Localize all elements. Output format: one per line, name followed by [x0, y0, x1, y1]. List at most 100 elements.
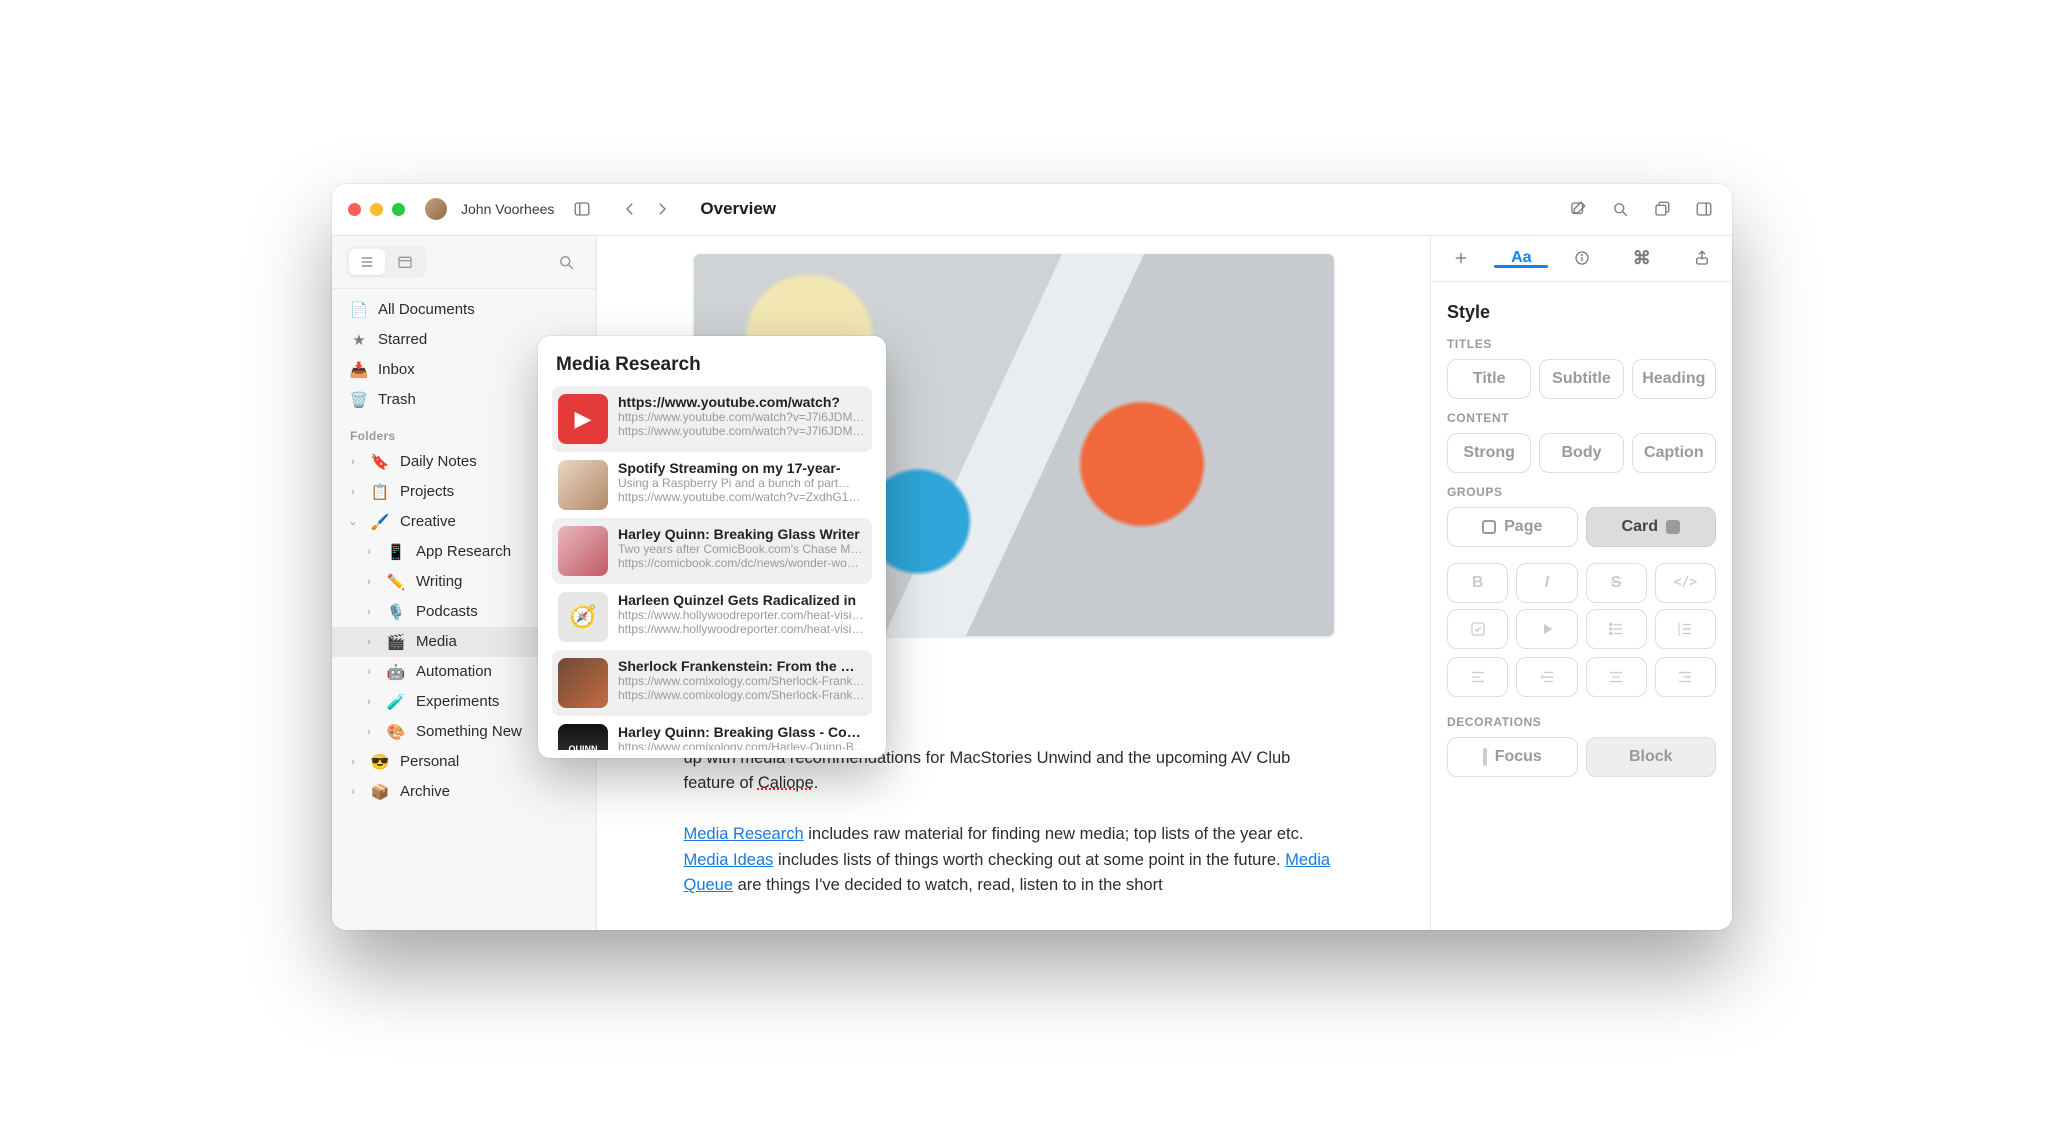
chevron-down-icon: ⌄	[346, 515, 360, 528]
chevron-right-icon: ›	[362, 606, 376, 618]
style-caption-button[interactable]: Caption	[1632, 433, 1716, 473]
decoration-block-button[interactable]: Block	[1586, 737, 1717, 777]
sidebar-view-switcher	[332, 236, 596, 289]
star-icon: ★	[350, 331, 368, 349]
body-text: .	[814, 774, 819, 792]
toggle-sidebar-button[interactable]	[568, 195, 596, 223]
search-icon	[1611, 200, 1629, 218]
thumbnail-icon	[558, 526, 608, 576]
chevron-left-icon	[621, 200, 639, 218]
italic-button[interactable]: I	[1516, 563, 1577, 603]
align-left-button[interactable]	[1447, 657, 1508, 697]
popover-item[interactable]: 🧭 Harleen Quinzel Gets Radicalized in ht…	[552, 584, 872, 650]
back-button[interactable]	[616, 195, 644, 223]
bulleted-list-icon	[1607, 620, 1625, 638]
popover-item[interactable]: ▶ https://www.youtube.com/watch? https:/…	[552, 386, 872, 452]
decoration-focus-button[interactable]: Focus	[1447, 737, 1578, 777]
group-page-button[interactable]: Page	[1447, 507, 1578, 547]
link-media-research[interactable]: Media Research	[684, 825, 804, 843]
calendar-icon	[397, 255, 413, 269]
checkbox-button[interactable]	[1447, 609, 1508, 649]
card-icon	[1666, 520, 1680, 534]
folder-emoji: 📦	[370, 783, 390, 801]
numbered-list-button[interactable]: 123	[1655, 609, 1716, 649]
style-strong-button[interactable]: Strong	[1447, 433, 1531, 473]
tab-style[interactable]: Aa	[1491, 249, 1551, 267]
body-text: are things I've decided to watch, read, …	[733, 876, 1163, 894]
calendar-view-button[interactable]	[387, 249, 423, 275]
chevron-right-icon: ›	[362, 636, 376, 648]
drag-handle-icon[interactable]: ⋮⋮	[957, 852, 981, 869]
decorations-row: Focus Block	[1447, 737, 1716, 777]
popover-item[interactable]: QUINN Harley Quinn: Breaking Glass - Com…	[552, 716, 872, 750]
sidebar-search-button[interactable]	[550, 248, 582, 276]
chip-label: Page	[1504, 518, 1542, 536]
folder-emoji: 🎙️	[386, 603, 406, 621]
document-paragraphs: up with media recommendations for MacSto…	[684, 746, 1344, 899]
minimize-window-button[interactable]	[370, 203, 383, 216]
folder-emoji: 📋	[370, 483, 390, 501]
tree-item-archive[interactable]: ›📦Archive	[332, 777, 596, 807]
item-line: https://www.hollywoodreporter.com/heat-v…	[618, 622, 866, 636]
toggle-inspector-button[interactable]	[1690, 195, 1718, 223]
forward-button[interactable]	[648, 195, 676, 223]
content-row: Strong Body Caption	[1447, 433, 1716, 473]
folder-emoji: 📱	[386, 543, 406, 561]
style-title-button[interactable]: Title	[1447, 359, 1531, 399]
popover-item[interactable]: Harley Quinn: Breaking Glass Writer Two …	[552, 518, 872, 584]
thumbnail-icon	[558, 658, 608, 708]
chip-label: Caption	[1644, 444, 1704, 462]
bold-button[interactable]: B	[1447, 563, 1508, 603]
sidebar-icon	[573, 200, 591, 218]
tab-info[interactable]	[1551, 249, 1611, 267]
nav-label: Trash	[378, 391, 416, 408]
tab-share[interactable]	[1672, 249, 1732, 267]
tab-shortcuts[interactable]: ⌘	[1612, 248, 1672, 269]
close-window-button[interactable]	[348, 203, 361, 216]
list-view-button[interactable]	[349, 249, 385, 275]
folder-emoji: ✏️	[386, 573, 406, 591]
backlinks-popover: Media Research ▶ https://www.youtube.com…	[538, 336, 886, 758]
link-media-ideas[interactable]: Media Ideas	[684, 851, 774, 869]
style-heading-button[interactable]: Heading	[1632, 359, 1716, 399]
chip-label: Focus	[1495, 748, 1542, 766]
document-icon: 📄	[350, 301, 368, 319]
play-button[interactable]	[1516, 609, 1577, 649]
indent-button[interactable]	[1516, 657, 1577, 697]
info-icon	[1573, 249, 1591, 267]
code-button[interactable]: </>	[1655, 563, 1716, 603]
style-subtitle-button[interactable]: Subtitle	[1539, 359, 1623, 399]
code-icon: </>	[1674, 575, 1697, 590]
zoom-window-button[interactable]	[392, 203, 405, 216]
item-title: Harley Quinn: Breaking Glass - Comics	[618, 724, 866, 740]
folder-emoji: 🤖	[386, 663, 406, 681]
format-row-1: B I S </>	[1447, 563, 1716, 603]
groups-label: GROUPS	[1447, 485, 1716, 499]
body-text: includes raw material for finding new me…	[804, 825, 1304, 843]
windows-button[interactable]	[1648, 195, 1676, 223]
item-line: https://www.youtube.com/watch?v=ZxdhG1…	[618, 490, 866, 504]
style-body-button[interactable]: Body	[1539, 433, 1623, 473]
item-line: https://www.youtube.com/watch?v=J7i6JDMg…	[618, 410, 866, 424]
search-button[interactable]	[1606, 195, 1634, 223]
item-line: https://www.comixology.com/Harley-Quinn-…	[618, 740, 866, 750]
popover-item[interactable]: Spotify Streaming on my 17-year- Using a…	[552, 452, 872, 518]
thumbnail-icon: QUINN	[558, 724, 608, 750]
strike-button[interactable]: S	[1586, 563, 1647, 603]
item-line: https://comicbook.com/dc/news/wonder-wom…	[618, 556, 866, 570]
popover-item[interactable]: Sherlock Frankenstein: From the World ht…	[552, 650, 872, 716]
chevron-right-icon: ›	[362, 576, 376, 588]
tab-insert[interactable]	[1431, 249, 1491, 267]
nav-all-documents[interactable]: 📄All Documents	[332, 295, 596, 325]
bulleted-list-button[interactable]	[1586, 609, 1647, 649]
item-line: https://www.youtube.com/watch?v=J7i6JDMg…	[618, 424, 866, 438]
compose-button[interactable]	[1564, 195, 1592, 223]
chevron-right-icon: ›	[346, 486, 360, 498]
align-center-button[interactable]	[1586, 657, 1647, 697]
group-card-button[interactable]: Card	[1586, 507, 1717, 547]
chevron-right-icon: ›	[346, 456, 360, 468]
align-right-button[interactable]	[1655, 657, 1716, 697]
chevron-right-icon: ›	[346, 756, 360, 768]
view-mode-segment	[346, 246, 426, 278]
titles-label: TITLES	[1447, 337, 1716, 351]
